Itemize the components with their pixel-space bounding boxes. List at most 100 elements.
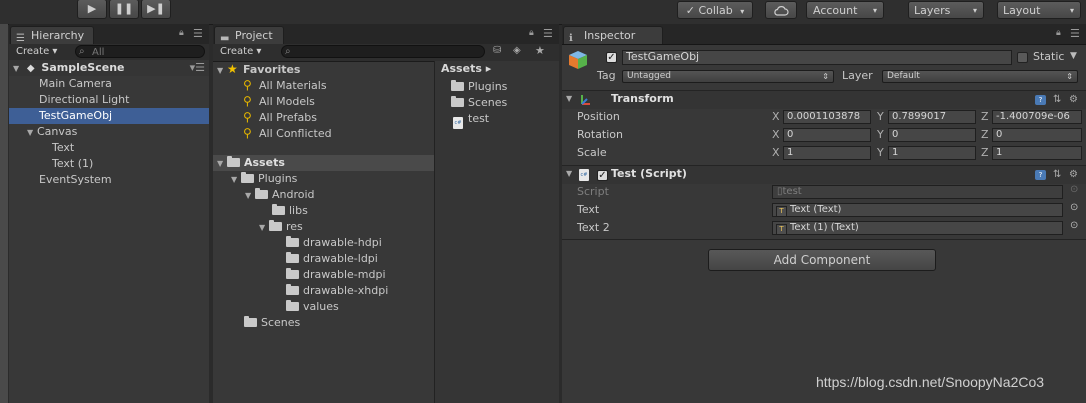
tab-hierarchy[interactable]: ☰ Hierarchy [10, 26, 94, 44]
expand-arrow-icon[interactable]: ▼ [217, 156, 227, 172]
tree-folder[interactable]: drawable-hdpi [286, 235, 382, 251]
tree-folder[interactable]: drawable-ldpi [286, 251, 378, 267]
filter-type-icon[interactable]: ⛁ [493, 45, 501, 56]
expand-arrow-icon[interactable]: ▼ [259, 220, 269, 236]
rotation-z-input[interactable]: 0 [992, 128, 1082, 142]
favorite-item[interactable]: ⚲ All Conflicted [243, 125, 332, 141]
hierarchy-item[interactable]: Main Camera [39, 76, 112, 92]
hierarchy-item[interactable]: EventSystem [39, 172, 112, 188]
asset-item[interactable]: c# test [453, 111, 489, 129]
tree-folder[interactable]: ▼ Plugins [231, 171, 297, 187]
static-checkbox[interactable] [1017, 52, 1028, 63]
tree-folder[interactable]: Scenes [244, 315, 300, 331]
filter-label-icon[interactable]: ◈ [513, 45, 521, 56]
axis-y-label[interactable]: Y [877, 145, 884, 161]
axis-z-label[interactable]: Z [981, 127, 989, 143]
panel-menu-icon[interactable]: ☰ [1070, 27, 1080, 40]
asset-breadcrumb[interactable]: Assets ▸ [441, 61, 491, 77]
position-y-input[interactable]: 0.7899017 [888, 110, 976, 124]
object-picker-icon[interactable]: ⊙ [1070, 202, 1078, 213]
axis-z-label[interactable]: Z [981, 109, 989, 125]
panel-menu-icon[interactable]: ☰ [193, 27, 203, 40]
tag-dropdown[interactable]: Untagged ⇕ [622, 70, 834, 83]
favorite-star-icon[interactable]: ★ [535, 44, 545, 57]
tree-folder[interactable]: drawable-mdpi [286, 267, 386, 283]
search-input[interactable]: ⌕ All [75, 45, 205, 58]
axis-y-label[interactable]: Y [877, 109, 884, 125]
account-dropdown[interactable]: Account ▾ [806, 1, 884, 19]
transform-header[interactable]: ▼ Transform ? ⇅ ⚙ [562, 90, 1086, 109]
hierarchy-item[interactable]: Directional Light [39, 92, 129, 108]
preset-sliders-icon[interactable]: ⇅ [1053, 94, 1061, 105]
lock-icon[interactable]: 🔒︎ [1056, 28, 1061, 38]
asset-item[interactable]: Plugins [451, 79, 507, 95]
layers-dropdown[interactable]: Layers ▾ [908, 1, 984, 19]
layer-dropdown[interactable]: Default ⇕ [882, 70, 1078, 83]
tab-project[interactable]: ▬ Project [214, 26, 284, 44]
layout-dropdown[interactable]: Layout ▾ [997, 1, 1081, 19]
gear-icon[interactable]: ⚙ [1069, 169, 1078, 180]
assets-root[interactable]: ▼ Assets [213, 155, 434, 171]
favorite-item[interactable]: ⚲ All Prefabs [243, 109, 317, 125]
panel-menu-icon[interactable]: ☰ [543, 27, 553, 40]
text2-object-field[interactable]: T Text (1) (Text) [772, 221, 1063, 235]
scale-x-input[interactable]: 1 [783, 146, 871, 160]
tree-folder[interactable]: ▼ res [259, 219, 303, 235]
tree-folder[interactable]: ▼ Android [245, 187, 315, 203]
favorite-item[interactable]: ⚲ All Models [243, 93, 315, 109]
play-button[interactable]: ▶ [77, 0, 107, 19]
axis-x-label[interactable]: X [772, 109, 780, 125]
script-component-header[interactable]: ▼ c# ✓ Test (Script) ? ⇅ ⚙ [562, 165, 1086, 184]
expand-arrow-icon[interactable]: ▼ [13, 61, 23, 77]
add-component-button[interactable]: Add Component [708, 249, 936, 271]
help-book-icon[interactable]: ? [1035, 170, 1046, 180]
position-z-input[interactable]: -1.400709e-06 [992, 110, 1082, 124]
preset-sliders-icon[interactable]: ⇅ [1053, 169, 1061, 180]
hierarchy-item[interactable]: ▼ Canvas [27, 124, 77, 140]
collab-button[interactable]: ✓ Collab ▾ [677, 1, 753, 19]
lock-icon[interactable]: 🔒︎ [529, 28, 534, 38]
favorites-header[interactable]: ▼ ★ Favorites [217, 61, 300, 77]
expand-arrow-icon[interactable]: ▼ [231, 172, 241, 188]
axis-y-label[interactable]: Y [877, 127, 884, 143]
expand-arrow-icon[interactable]: ▼ [245, 188, 255, 204]
text-object-field[interactable]: T Text (Text) [772, 203, 1063, 217]
expand-arrow-icon[interactable]: ▼ [27, 125, 37, 141]
create-button[interactable]: Create ▾ [217, 45, 264, 59]
asset-item[interactable]: Scenes [451, 95, 507, 111]
hierarchy-item-selected[interactable]: TestGameObj [9, 108, 209, 124]
component-enabled-checkbox[interactable]: ✓ [597, 170, 608, 181]
gear-icon[interactable]: ⚙ [1069, 94, 1078, 105]
rotation-x-input[interactable]: 0 [783, 128, 871, 142]
help-book-icon[interactable]: ? [1035, 95, 1046, 105]
hierarchy-item[interactable]: Text [52, 140, 74, 156]
create-button[interactable]: Create ▾ [13, 45, 60, 59]
scene-row[interactable]: ▼ ◆ SampleScene ▾☰ [9, 60, 209, 76]
pause-button[interactable]: ❚❚ [109, 0, 139, 19]
search-input[interactable]: ⌕ [281, 45, 485, 58]
position-x-input[interactable]: 0.0001103878 [783, 110, 871, 124]
scene-menu-icon[interactable]: ▾☰ [190, 60, 205, 76]
lock-icon[interactable]: 🔒︎ [179, 28, 184, 38]
tree-folder[interactable]: libs [272, 203, 308, 219]
cloud-button[interactable] [765, 1, 797, 19]
favorite-item[interactable]: ⚲ All Materials [243, 77, 327, 93]
object-name-input[interactable]: TestGameObj [622, 50, 1012, 65]
expand-arrow-icon[interactable]: ▼ [566, 94, 572, 103]
active-checkbox[interactable]: ✓ [606, 52, 617, 63]
tab-inspector[interactable]: ℹ Inspector [563, 26, 663, 44]
expand-arrow-icon[interactable]: ▼ [217, 63, 227, 79]
tree-folder[interactable]: values [286, 299, 339, 315]
static-dropdown-arrow-icon[interactable]: ▼ [1070, 51, 1077, 61]
step-button[interactable]: ▶❚ [141, 0, 171, 19]
axis-x-label[interactable]: X [772, 127, 780, 143]
expand-arrow-icon[interactable]: ▼ [566, 169, 572, 178]
hierarchy-item[interactable]: Text (1) [52, 156, 93, 172]
scale-y-input[interactable]: 1 [888, 146, 976, 160]
axis-x-label[interactable]: X [772, 145, 780, 161]
scale-z-input[interactable]: 1 [992, 146, 1082, 160]
object-picker-icon[interactable]: ⊙ [1070, 220, 1078, 231]
tree-folder[interactable]: drawable-xhdpi [286, 283, 388, 299]
axis-z-label[interactable]: Z [981, 145, 989, 161]
rotation-y-input[interactable]: 0 [888, 128, 976, 142]
